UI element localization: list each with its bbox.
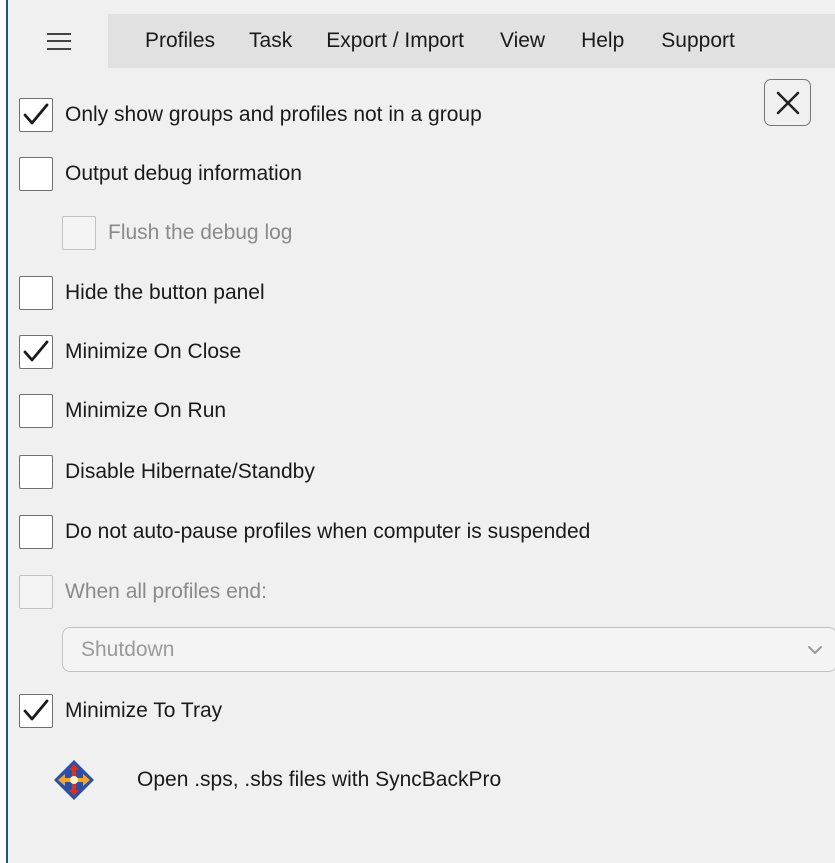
syncbackpro-logo-icon [54, 760, 94, 800]
option-label: Flush the debug log [108, 221, 293, 244]
checkbox[interactable] [19, 394, 53, 428]
menu-help[interactable]: Help [581, 29, 624, 53]
option-label: Output debug information [65, 162, 302, 185]
option-label: Minimize On Close [65, 340, 242, 363]
option-minimize-to-tray[interactable]: Minimize To Tray [19, 693, 222, 729]
menu-bar: Profiles Task Export / Import View Help … [10, 14, 835, 68]
close-icon [776, 91, 799, 114]
checkbox[interactable] [19, 98, 53, 132]
option-label: Disable Hibernate/Standby [65, 460, 315, 483]
chevron-down-icon [808, 646, 822, 654]
option-label: Hide the button panel [65, 281, 265, 304]
menu-view[interactable]: View [500, 29, 545, 53]
option-hide-button-panel[interactable]: Hide the button panel [19, 275, 265, 311]
option-disable-hibernate[interactable]: Disable Hibernate/Standby [19, 454, 315, 490]
option-when-all-profiles-end[interactable]: When all profiles end: [19, 574, 267, 610]
window-left-edge [0, 0, 8, 863]
option-minimize-on-close[interactable]: Minimize On Close [19, 334, 241, 370]
end-action-select[interactable]: Shutdown [62, 627, 835, 672]
option-label: Do not auto-pause profiles when computer… [65, 520, 591, 543]
file-association-button[interactable]: Open .sps, .sbs files with SyncBackPro [52, 755, 501, 805]
option-output-debug[interactable]: Output debug information [19, 156, 302, 192]
menu-export-import[interactable]: Export / Import [326, 29, 464, 53]
checkbox[interactable] [19, 276, 53, 310]
option-label: When all profiles end: [65, 580, 267, 603]
option-only-show-groups[interactable]: Only show groups and profiles not in a g… [19, 97, 482, 133]
menu-support[interactable]: Support [661, 29, 735, 53]
checkbox[interactable] [19, 335, 53, 369]
menu-profiles[interactable]: Profiles [145, 29, 215, 53]
hamburger-menu-icon [47, 32, 71, 50]
option-no-auto-pause[interactable]: Do not auto-pause profiles when computer… [19, 514, 590, 550]
checkmark-icon [23, 699, 49, 721]
option-flush-debug-log[interactable]: Flush the debug log [62, 215, 292, 251]
close-button[interactable] [764, 79, 811, 126]
end-action-value: Shutdown [81, 638, 175, 661]
menu-task[interactable]: Task [249, 29, 292, 53]
option-label: Minimize On Run [65, 399, 227, 422]
file-association-label: Open .sps, .sbs files with SyncBackPro [137, 768, 502, 791]
checkbox[interactable] [19, 694, 53, 728]
option-label: Only show groups and profiles not in a g… [65, 103, 482, 126]
checkbox[interactable] [19, 575, 53, 609]
option-label: Minimize To Tray [65, 699, 223, 722]
checkbox[interactable] [19, 515, 53, 549]
option-minimize-on-run[interactable]: Minimize On Run [19, 393, 226, 429]
checkmark-icon [23, 340, 49, 362]
checkbox[interactable] [19, 455, 53, 489]
checkmark-icon [23, 103, 49, 125]
hamburger-menu-button[interactable] [10, 14, 108, 68]
checkbox[interactable] [62, 216, 96, 250]
menu-items: Profiles Task Export / Import View Help … [108, 14, 735, 68]
checkbox[interactable] [19, 157, 53, 191]
